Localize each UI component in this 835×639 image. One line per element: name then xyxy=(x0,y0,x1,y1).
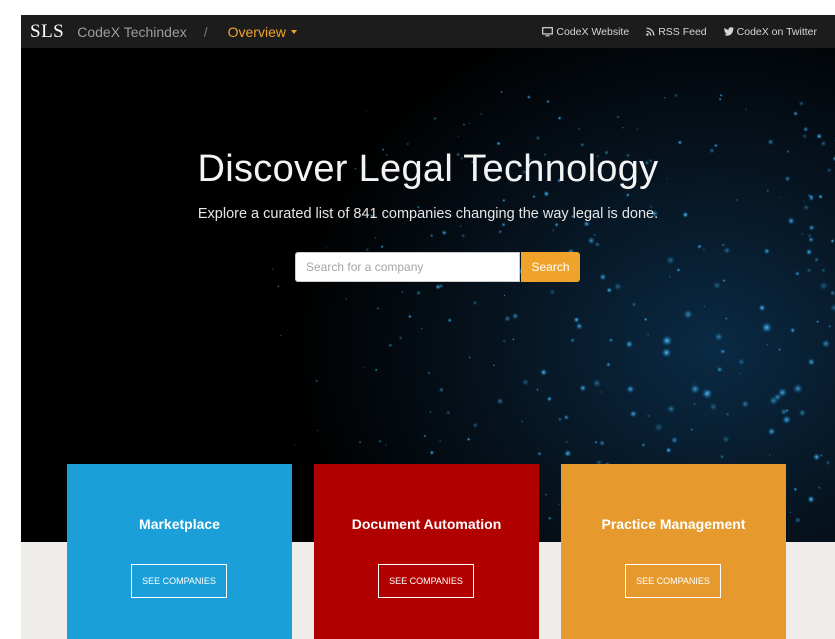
page-frame: SLS CodeX Techindex / Overview CodeX Web… xyxy=(21,15,835,639)
search-button[interactable]: Search xyxy=(521,252,580,282)
rss-feed-link[interactable]: RSS Feed xyxy=(646,25,707,38)
codex-website-link[interactable]: CodeX Website xyxy=(542,26,629,38)
category-title: Practice Management xyxy=(601,516,746,532)
see-companies-button[interactable]: SEE COMPANIES xyxy=(131,564,227,598)
company-search: Search xyxy=(295,252,580,282)
caret-down-icon xyxy=(290,29,297,34)
overview-label: Overview xyxy=(227,23,286,40)
rss-icon xyxy=(646,27,655,36)
company-search-input[interactable] xyxy=(295,252,520,282)
monitor-icon xyxy=(542,26,554,36)
hero-subline: Explore a curated list of 841 companies … xyxy=(197,206,659,222)
see-companies-button[interactable]: SEE COMPANIES xyxy=(625,564,721,598)
site-name-link[interactable]: CodeX Techindex xyxy=(77,24,186,40)
codex-website-label: CodeX Website xyxy=(556,25,630,38)
hero-headline: Discover Legal Technology xyxy=(197,148,659,190)
top-navbar: SLS CodeX Techindex / Overview CodeX Web… xyxy=(21,15,835,48)
see-companies-button[interactable]: SEE COMPANIES xyxy=(378,564,474,598)
overview-dropdown[interactable]: Overview xyxy=(228,24,297,40)
nav-links: CodeX Website RSS Feed CodeX on Twitter xyxy=(542,26,835,38)
category-card-practice-management: Practice Management SEE COMPANIES xyxy=(561,464,786,639)
category-card-marketplace: Marketplace SEE COMPANIES xyxy=(67,464,292,639)
category-card-document-automation: Document Automation SEE COMPANIES xyxy=(314,464,539,639)
codex-twitter-label: CodeX on Twitter xyxy=(736,25,817,38)
brand-logo[interactable]: SLS xyxy=(30,21,64,43)
category-title: Document Automation xyxy=(351,516,502,532)
rss-feed-label: RSS Feed xyxy=(658,25,707,38)
codex-twitter-link[interactable]: CodeX on Twitter xyxy=(723,25,817,38)
category-title: Marketplace xyxy=(139,516,220,532)
twitter-icon xyxy=(723,27,734,36)
breadcrumb-separator: / xyxy=(203,23,208,40)
